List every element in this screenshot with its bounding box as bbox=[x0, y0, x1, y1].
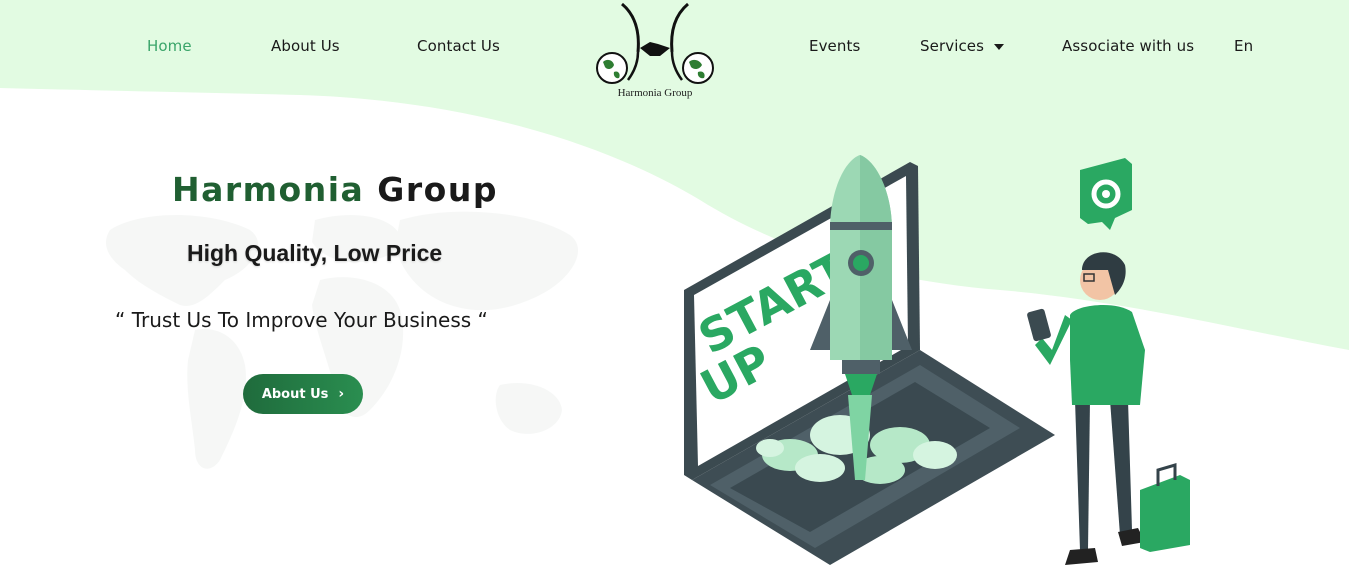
nav-about-us[interactable]: About Us bbox=[271, 37, 340, 55]
language-switcher[interactable]: En bbox=[1234, 37, 1253, 55]
briefcase-icon bbox=[1140, 462, 1190, 552]
harmonia-logo[interactable]: Harmonia Group bbox=[594, 0, 716, 102]
main-navbar: Home About Us Contact Us Harmonia Group … bbox=[0, 0, 1349, 100]
hero-title: Harmonia Group bbox=[172, 170, 498, 209]
nav-contact-us[interactable]: Contact Us bbox=[417, 37, 500, 55]
nav-services-dropdown[interactable]: Services bbox=[920, 37, 1005, 55]
nav-home[interactable]: Home bbox=[147, 37, 192, 55]
logo-text: Harmonia Group bbox=[617, 87, 693, 99]
about-us-button-label: About Us bbox=[261, 386, 329, 402]
person-with-phone bbox=[1027, 252, 1145, 565]
hero-quote: “ Trust Us To Improve Your Business “ bbox=[115, 308, 488, 332]
gear-bubble-icon bbox=[1080, 158, 1132, 230]
nav-events[interactable]: Events bbox=[809, 37, 860, 55]
nav-associate-with-us[interactable]: Associate with us bbox=[1062, 37, 1194, 55]
logo-mark-icon bbox=[596, 2, 714, 84]
hero-title-group: Group bbox=[377, 170, 498, 209]
hero-subtitle: High Quality, Low Price bbox=[187, 240, 443, 266]
caret-down-icon bbox=[994, 43, 1005, 50]
hero-title-harmonia: Harmonia bbox=[172, 170, 365, 209]
about-us-button[interactable]: About Us › bbox=[243, 374, 363, 414]
chevron-right-icon: › bbox=[338, 386, 345, 402]
nav-services-label: Services bbox=[920, 37, 985, 55]
startup-illustration: START UP bbox=[684, 155, 1190, 565]
